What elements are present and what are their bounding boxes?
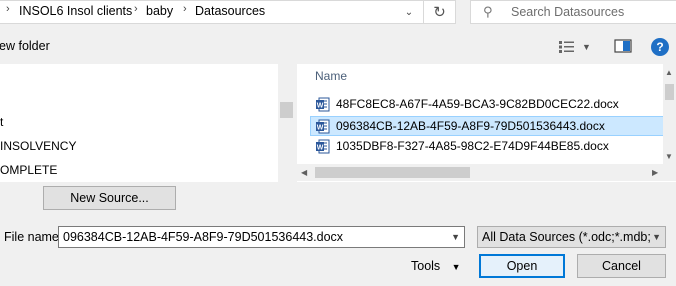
scroll-left-icon[interactable]: ◀ xyxy=(301,168,307,177)
file-name-label: File name: xyxy=(4,230,63,244)
word-document-icon: W xyxy=(316,139,330,154)
open-button[interactable]: Open xyxy=(479,254,565,278)
file-type-value: All Data Sources (*.odc;*.mdb;* xyxy=(482,230,656,244)
file-name-value: 096384CB-12AB-4F59-A8F9-79D501536443.doc… xyxy=(63,230,344,244)
file-name: 1035DBF8-F327-4A85-98C2-E74D9F44BE85.doc… xyxy=(336,139,609,153)
file-type-select[interactable]: All Data Sources (*.odc;*.mdb;* ▼ xyxy=(477,226,666,248)
file-row[interactable]: W 1035DBF8-F327-4A85-98C2-E74D9F44BE85.do… xyxy=(310,136,664,156)
preview-pane-icon[interactable] xyxy=(614,38,632,54)
chevron-down-icon: ▼ xyxy=(582,42,591,52)
change-view-button[interactable]: ▼ xyxy=(558,38,598,56)
svg-text:W: W xyxy=(317,145,324,152)
chevron-right-icon: › xyxy=(6,3,10,15)
refresh-icon: ↻ xyxy=(433,4,446,21)
search-placeholder: Search Datasources xyxy=(511,5,625,19)
file-vertical-scrollbar[interactable]: ▲ ▼ xyxy=(663,64,676,168)
new-source-button[interactable]: New Source... xyxy=(43,186,176,210)
file-row[interactable]: W 48FC8EC8-A67F-4A59-BCA3-9C82BD0CEC22.do… xyxy=(310,94,664,114)
word-document-icon: W xyxy=(316,97,330,112)
file-row[interactable]: W 096384CB-12AB-4F59-A8F9-79D501536443.do… xyxy=(310,116,664,136)
navigation-pane[interactable]: t INSOLVENCY OMPLETE xyxy=(0,64,295,182)
scroll-thumb[interactable] xyxy=(665,84,674,100)
breadcrumb-item[interactable]: baby xyxy=(146,4,173,18)
scroll-right-icon[interactable]: ▶ xyxy=(652,168,658,177)
scroll-up-icon[interactable]: ▲ xyxy=(665,68,673,77)
address-dropdown-icon[interactable]: ⌄ xyxy=(395,1,423,23)
nav-item[interactable]: INSOLVENCY xyxy=(0,139,76,153)
chevron-down-icon: ▼ xyxy=(650,232,661,242)
breadcrumb-item[interactable]: Datasources xyxy=(195,4,265,18)
column-header-name[interactable]: Name xyxy=(315,69,347,83)
details-view-icon xyxy=(559,41,574,53)
file-horizontal-scrollbar[interactable]: ◀ ▶ xyxy=(297,164,676,181)
scroll-thumb[interactable] xyxy=(280,102,293,118)
nav-item[interactable]: OMPLETE xyxy=(0,163,57,177)
search-box[interactable]: ⚲ Search Datasources xyxy=(470,0,676,24)
nav-scrollbar[interactable] xyxy=(278,64,295,182)
chevron-right-icon: › xyxy=(183,3,187,15)
scroll-down-icon[interactable]: ▼ xyxy=(665,152,673,161)
breadcrumb-item[interactable]: INSOL6 Insol clients xyxy=(19,4,132,18)
scroll-thumb[interactable] xyxy=(315,167,470,178)
file-name: 48FC8EC8-A67F-4A59-BCA3-9C82BD0CEC22.doc… xyxy=(336,97,619,111)
svg-text:W: W xyxy=(317,125,324,132)
tools-menu[interactable]: Tools ▼ xyxy=(411,259,461,273)
file-name: 096384CB-12AB-4F59-A8F9-79D501536443.doc… xyxy=(336,119,605,133)
file-name-input[interactable]: 096384CB-12AB-4F59-A8F9-79D501536443.doc… xyxy=(58,226,465,248)
chevron-down-icon[interactable]: ▼ xyxy=(451,232,460,242)
nav-item[interactable]: t xyxy=(0,115,3,129)
search-icon: ⚲ xyxy=(483,4,493,19)
cancel-button[interactable]: Cancel xyxy=(577,254,666,278)
word-document-icon: W xyxy=(316,119,330,134)
chevron-right-icon: › xyxy=(134,3,138,15)
new-folder-label: New folder xyxy=(0,39,50,53)
chevron-down-icon: ▼ xyxy=(451,262,461,272)
refresh-button[interactable]: ↻ xyxy=(424,0,456,24)
help-icon[interactable]: ? xyxy=(651,38,669,56)
address-bar[interactable]: › INSOL6 Insol clients › baby › Datasour… xyxy=(0,0,424,24)
new-folder-button[interactable]: New folder xyxy=(0,39,58,53)
svg-text:W: W xyxy=(317,103,324,110)
